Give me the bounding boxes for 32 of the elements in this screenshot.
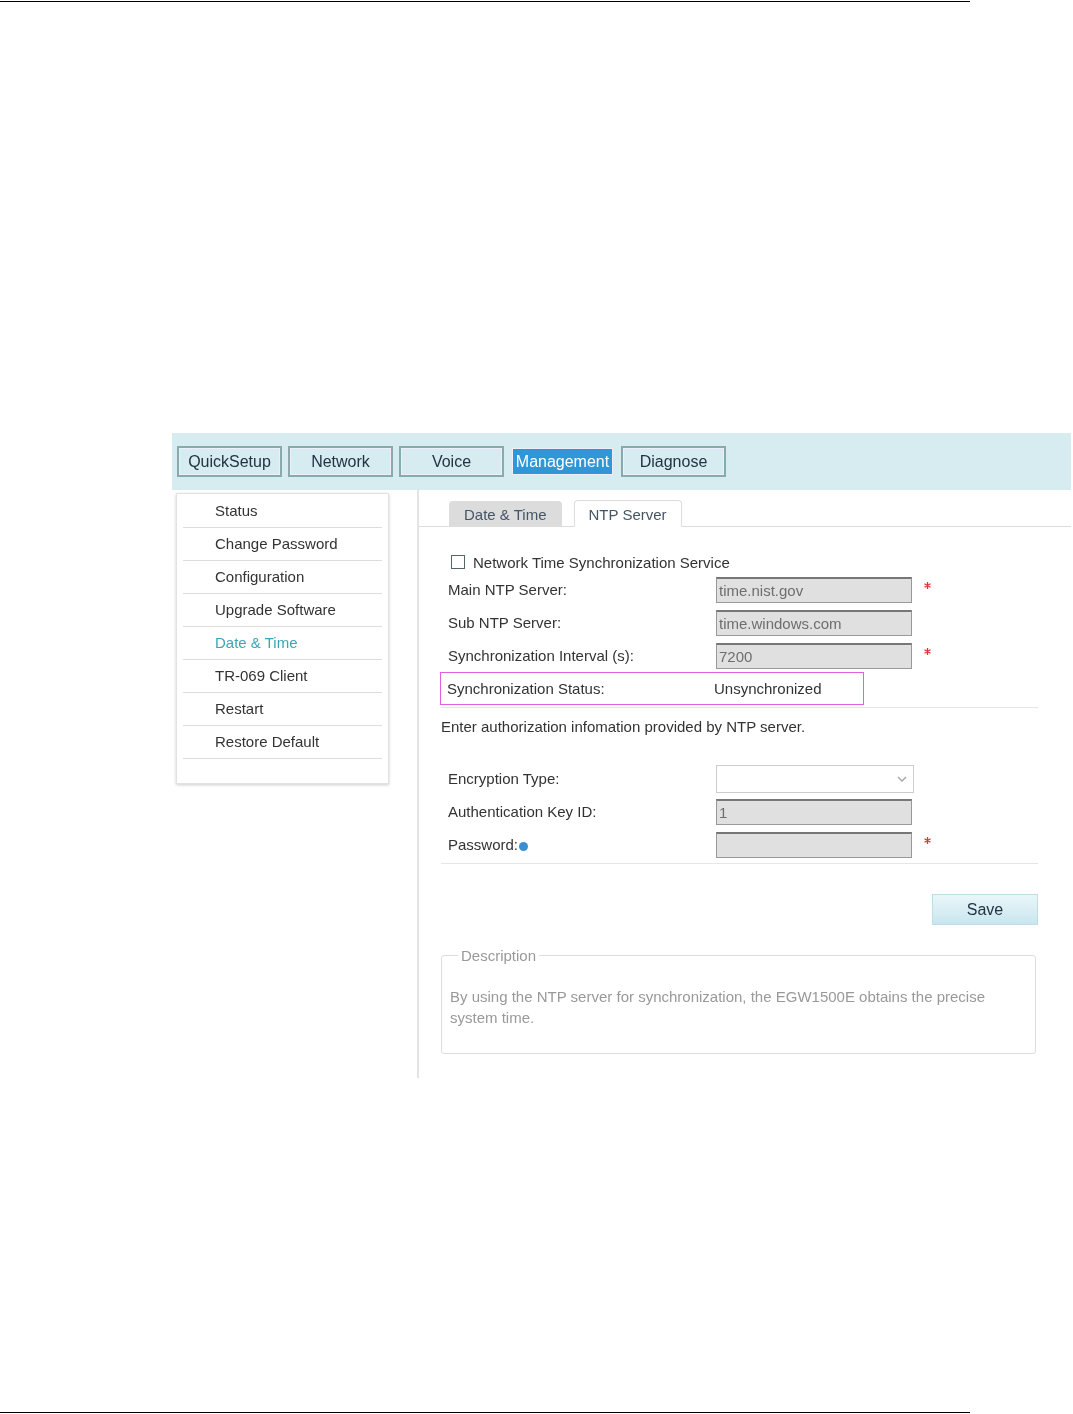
- status-value: Unsynchronized: [714, 680, 822, 697]
- field-label: Password:: [448, 836, 519, 853]
- nav-tab[interactable]: Network: [288, 446, 393, 477]
- sidebar-item[interactable]: Configuration: [183, 561, 382, 594]
- field-label: Synchronization Status:: [447, 680, 605, 697]
- nav-tab[interactable]: Voice: [399, 446, 504, 477]
- sidebar-item[interactable]: Restore Default: [183, 726, 382, 759]
- field-label: Sub NTP Server:: [448, 614, 562, 631]
- field-label: Synchronization Interval (s):: [448, 647, 634, 664]
- description-title: Description: [458, 947, 540, 964]
- field-label: Encryption Type:: [448, 770, 560, 787]
- required-mark-icon: [924, 582, 931, 589]
- nav-tab[interactable]: Diagnose: [621, 446, 726, 477]
- dropdown-field[interactable]: [716, 764, 914, 793]
- sub-tab[interactable]: Date & Time: [449, 501, 562, 526]
- sidebar-item[interactable]: TR-069 Client: [183, 660, 382, 693]
- instruction-text: Enter authorization infomation provided by NTP server.: [441, 718, 807, 737]
- sidebar-item[interactable]: Change Password: [183, 528, 382, 561]
- sidebar-item[interactable]: Upgrade Software: [183, 594, 382, 627]
- sidebar-item[interactable]: Status: [183, 495, 382, 528]
- save-button[interactable]: Save: [932, 894, 1038, 925]
- checkbox[interactable]: [451, 555, 465, 569]
- checkbox-label: Network Time Synchronization Service: [473, 553, 730, 571]
- field-label: Authentication Key ID:: [448, 803, 597, 820]
- required-mark-icon: [924, 837, 931, 844]
- chevron-down-icon: [897, 775, 907, 782]
- nav-tab[interactable]: QuickSetup: [177, 446, 282, 477]
- required-mark-icon: [924, 648, 931, 655]
- field-label: Main NTP Server:: [448, 581, 567, 598]
- sidebar-item[interactable]: Restart: [183, 693, 382, 726]
- description-text: By using the NTP server for synchronization, the EGW1500E obtains the precise system time.: [450, 987, 986, 1028]
- sub-tab[interactable]: NTP Server: [573, 500, 682, 527]
